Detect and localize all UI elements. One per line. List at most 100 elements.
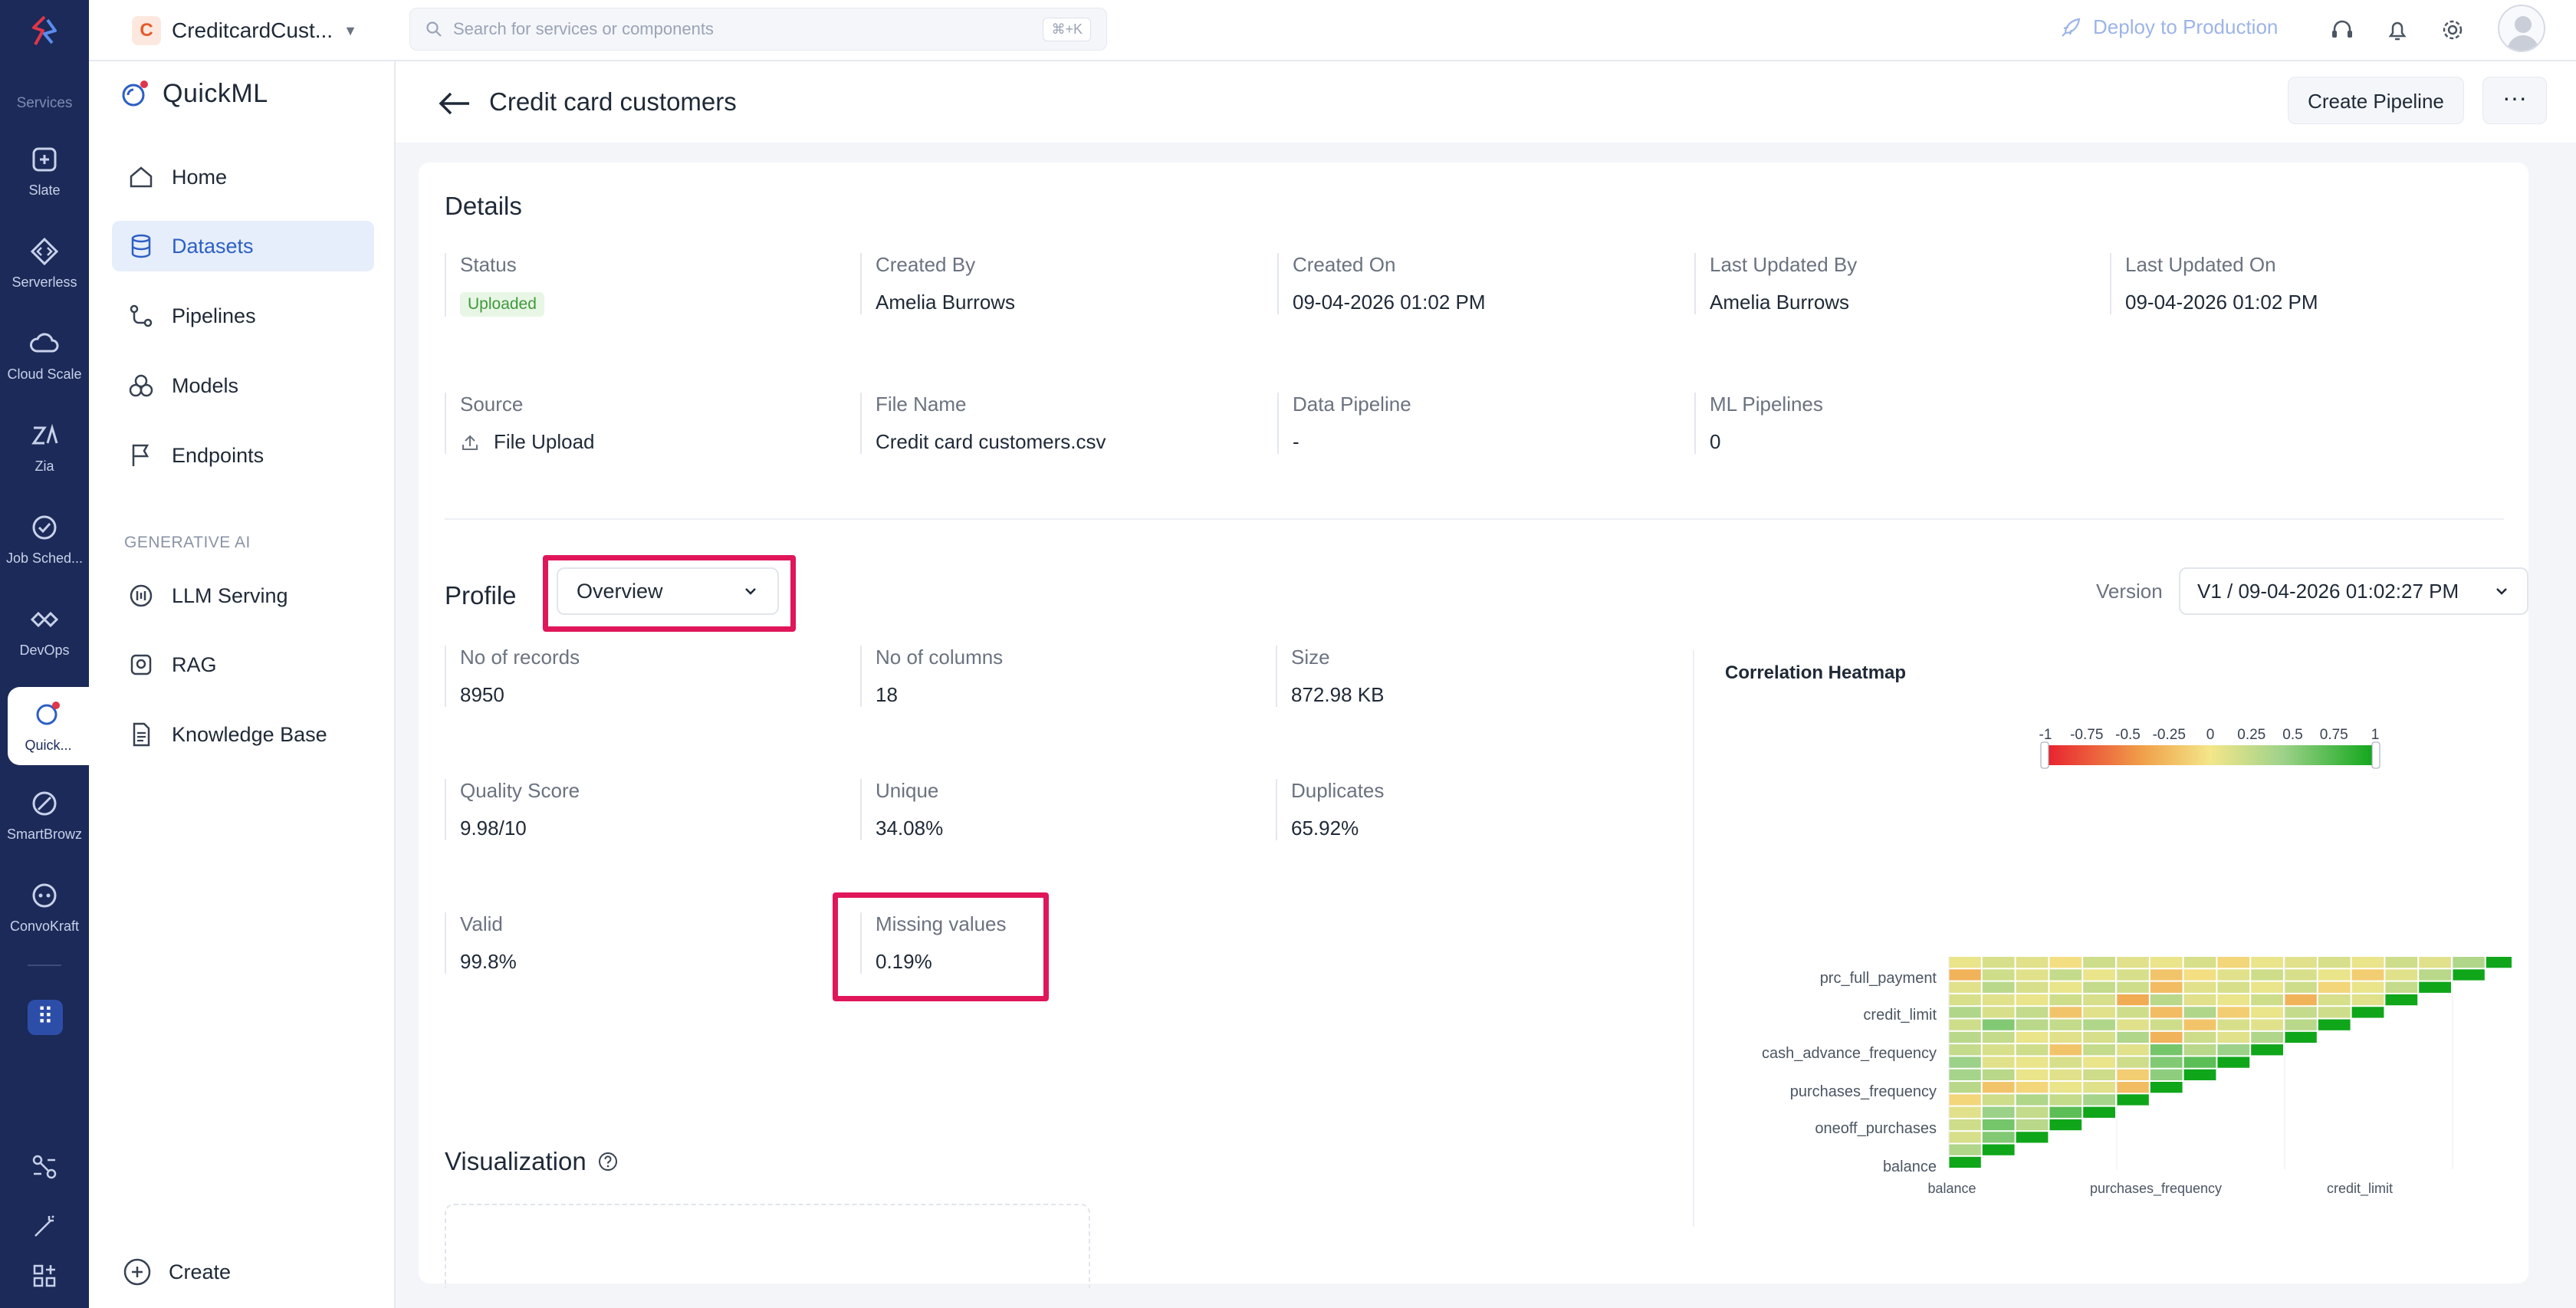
heatmap-cell	[2419, 981, 2451, 993]
source-value: File Upload	[494, 430, 595, 453]
help-question-icon[interactable]	[597, 1151, 619, 1172]
ml-pipelines-value: 0	[1710, 430, 1721, 453]
visualization-placeholder	[445, 1204, 1090, 1288]
integrations-icon[interactable]	[31, 1153, 58, 1181]
heatmap-cell	[2117, 957, 2149, 968]
more-options-button[interactable]: ···	[2482, 77, 2547, 124]
heatmap-cell	[1982, 1119, 2015, 1131]
heatmap-cell	[2016, 1044, 2049, 1056]
heatmap-x-label: balance	[1927, 1181, 1976, 1196]
headset-support-icon[interactable]	[2328, 15, 2357, 44]
created-on-field: Created On 09-04-2026 01:02 PM	[1277, 253, 1661, 314]
widgets-icon[interactable]	[31, 1262, 58, 1290]
heatmap-cell	[1949, 969, 1981, 981]
rail-item-label: Serverless	[12, 274, 77, 290]
create-pipeline-button[interactable]: Create Pipeline	[2288, 77, 2464, 124]
last-updated-on-value: 09-04-2026 01:02 PM	[2125, 291, 2318, 314]
heatmap-cell	[2117, 994, 2149, 1006]
size-label: Size	[1291, 646, 1330, 669]
arrow-left-back-icon[interactable]	[435, 84, 474, 123]
bell-notification-icon[interactable]	[2383, 15, 2412, 44]
heatmap-cell	[1949, 981, 1981, 993]
last-updated-by-value: Amelia Burrows	[1710, 291, 1850, 314]
create-button[interactable]: Create	[123, 1257, 231, 1287]
heatmap-cell	[2217, 969, 2250, 981]
magic-wand-icon[interactable]	[31, 1213, 58, 1241]
page-header: Credit card customers Create Pipeline ··…	[396, 61, 2576, 143]
heatmap-cell	[2217, 1007, 2250, 1018]
heatmap-cell	[2083, 1094, 2115, 1106]
rail-item-job-scheduling[interactable]: Job Sched...	[0, 500, 89, 584]
unique-stat: Unique 34.08%	[860, 779, 1244, 840]
nav-item-rag[interactable]: RAG	[112, 639, 374, 690]
heatmap-cell	[2318, 981, 2351, 993]
user-avatar[interactable]	[2498, 5, 2545, 52]
nav-item-models[interactable]: Models	[112, 360, 374, 411]
heatmap-cell	[2285, 994, 2317, 1006]
heatmap-cell	[2217, 994, 2250, 1006]
nav-label: Endpoints	[172, 443, 264, 467]
heatmap-cell	[2183, 957, 2216, 968]
nav-item-home[interactable]: Home	[112, 152, 374, 202]
nav-label: Knowledge Base	[172, 722, 327, 746]
heatmap-cell	[2016, 969, 2049, 981]
heatmap-cell	[2285, 957, 2317, 968]
rail-item-devops[interactable]: DevOps	[0, 592, 89, 676]
heatmap-cell	[1949, 957, 1981, 968]
heatmap-cell	[2117, 1069, 2149, 1080]
version-value: V1 / 09-04-2026 01:02:27 PM	[2197, 579, 2459, 603]
heatmap-cell	[2318, 994, 2351, 1006]
heatmap-y-label: oneoff_purchases	[1815, 1120, 1937, 1137]
rail-item-label: Job Sched...	[5, 550, 84, 566]
version-select[interactable]: V1 / 09-04-2026 01:02:27 PM	[2179, 567, 2528, 615]
rail-item-zia[interactable]: Zia	[0, 408, 89, 492]
all-apps-grid-icon[interactable]: ⠿	[28, 1000, 63, 1035]
rail-item-cloud-scale[interactable]: Cloud Scale	[0, 316, 89, 400]
gear-settings-icon[interactable]	[2438, 15, 2467, 44]
heatmap-cell	[1982, 1057, 2015, 1068]
heatmap-cell	[2083, 957, 2115, 968]
heatmap-cell	[2016, 981, 2049, 993]
deploy-to-production-button[interactable]: Deploy to Production	[2059, 15, 2278, 39]
nav-label: Pipelines	[172, 304, 256, 327]
rail-item-label: Zia	[34, 458, 54, 474]
heatmap-cell	[2183, 994, 2216, 1006]
heatmap-cell	[1982, 1069, 2015, 1080]
rail-item-serverless[interactable]: Serverless	[0, 224, 89, 308]
chatbot-icon	[32, 883, 57, 908]
heatmap-cell	[2049, 1106, 2082, 1118]
nav-item-endpoints[interactable]: Endpoints	[112, 430, 374, 481]
heatmap-cell	[2117, 1019, 2149, 1030]
heatmap-cells	[1948, 957, 2512, 1170]
project-switcher[interactable]: C CreditcardCust... ▼	[132, 14, 357, 48]
heatmap-cell	[1982, 1007, 2015, 1018]
records-value: 8950	[460, 683, 504, 706]
quickml-brand[interactable]: QuickML	[118, 77, 268, 110]
rail-item-label: Slate	[28, 182, 61, 198]
heatmap-cell	[2251, 1044, 2283, 1056]
zia-icon	[31, 423, 58, 445]
heatmap-cell	[2016, 994, 2049, 1006]
rail-item-smartbrowz[interactable]: SmartBrowz	[0, 776, 89, 860]
rail-item-convokraft[interactable]: ConvoKraft	[0, 868, 89, 952]
nav-item-knowledge-base[interactable]: Knowledge Base	[112, 709, 374, 760]
global-search-input[interactable]: Search for services or components ⌘+K	[409, 8, 1107, 51]
heatmap-y-label: balance	[1883, 1158, 1937, 1175]
valid-stat: Valid 99.8%	[445, 912, 828, 974]
heatmap-cell	[1949, 994, 1981, 1006]
heatmap-y-label: prc_full_payment	[1820, 970, 1937, 987]
heatmap-cell	[1949, 1019, 1981, 1030]
nav-item-llm-serving[interactable]: LLM Serving	[112, 570, 374, 621]
nav-item-pipelines[interactable]: Pipelines	[112, 291, 374, 341]
heatmap-cell	[1949, 1069, 1981, 1080]
heatmap-cell	[2049, 969, 2082, 981]
heatmap-cell	[1982, 981, 2015, 993]
details-title: Details	[445, 192, 522, 220]
rail-item-slate[interactable]: Slate	[0, 132, 89, 216]
heatmap-cell	[2083, 1019, 2115, 1030]
correlation-heatmap[interactable]: -1 -0.75 -0.5 -0.25 0 0.25 0.5 0.75 1 balance one…	[1714, 712, 2512, 1218]
nav-item-datasets[interactable]: Datasets	[112, 221, 374, 271]
rail-item-quickml[interactable]: Quick...	[8, 687, 89, 765]
catalyst-logo-icon[interactable]	[28, 14, 61, 48]
heatmap-cell	[2251, 969, 2283, 981]
